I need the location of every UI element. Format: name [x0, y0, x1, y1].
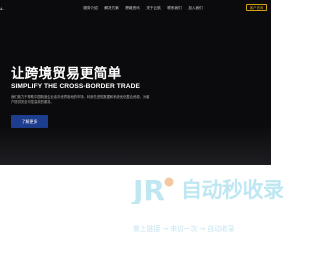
- nav-item-about[interactable]: 关于云航: [143, 6, 164, 11]
- learn-more-button[interactable]: 了解更多: [11, 115, 48, 128]
- top-nav: AL 服务介绍 解决方案 跨境资讯 关于云航 联系我们 加入我们 客户咨询: [0, 0, 271, 18]
- hero-subtitle: SIMPLIFY THE CROSS-BORDER TRADE: [11, 83, 140, 90]
- nav-menu: 服务介绍 解决方案 跨境资讯 关于云航 联系我们 加入我们: [80, 6, 206, 11]
- watermark: JR 自动秒收录 做上链接 → 来访一次 → 自动收录: [131, 172, 284, 240]
- nav-item-contact[interactable]: 联系我们: [164, 6, 185, 11]
- nav-item-join[interactable]: 加入我们: [185, 6, 206, 11]
- nav-item-solutions[interactable]: 解决方案: [101, 6, 122, 11]
- hero-description: 我们致力于帮助中国制造企业走向世界各地的市场，利用先进的数据和系统优化整合资源，…: [11, 95, 150, 104]
- nav-item-news[interactable]: 跨境资讯: [122, 6, 143, 11]
- logo[interactable]: AL: [0, 6, 4, 11]
- hero-title: 让跨境贸易更简单: [11, 66, 122, 82]
- watermark-subtitle: 做上链接 → 来访一次 → 自动收录: [133, 225, 235, 233]
- nav-item-services[interactable]: 服务介绍: [80, 6, 101, 11]
- consult-button[interactable]: 客户咨询: [246, 4, 267, 11]
- watermark-title: 自动秒收录: [181, 178, 284, 202]
- hero-section: AL 服务介绍 解决方案 跨境资讯 关于云航 联系我们 加入我们 客户咨询 让跨…: [0, 0, 271, 165]
- logo-dot: [164, 177, 174, 187]
- jr-logo-icon: JR: [131, 174, 174, 204]
- logo-text: JR: [131, 174, 165, 204]
